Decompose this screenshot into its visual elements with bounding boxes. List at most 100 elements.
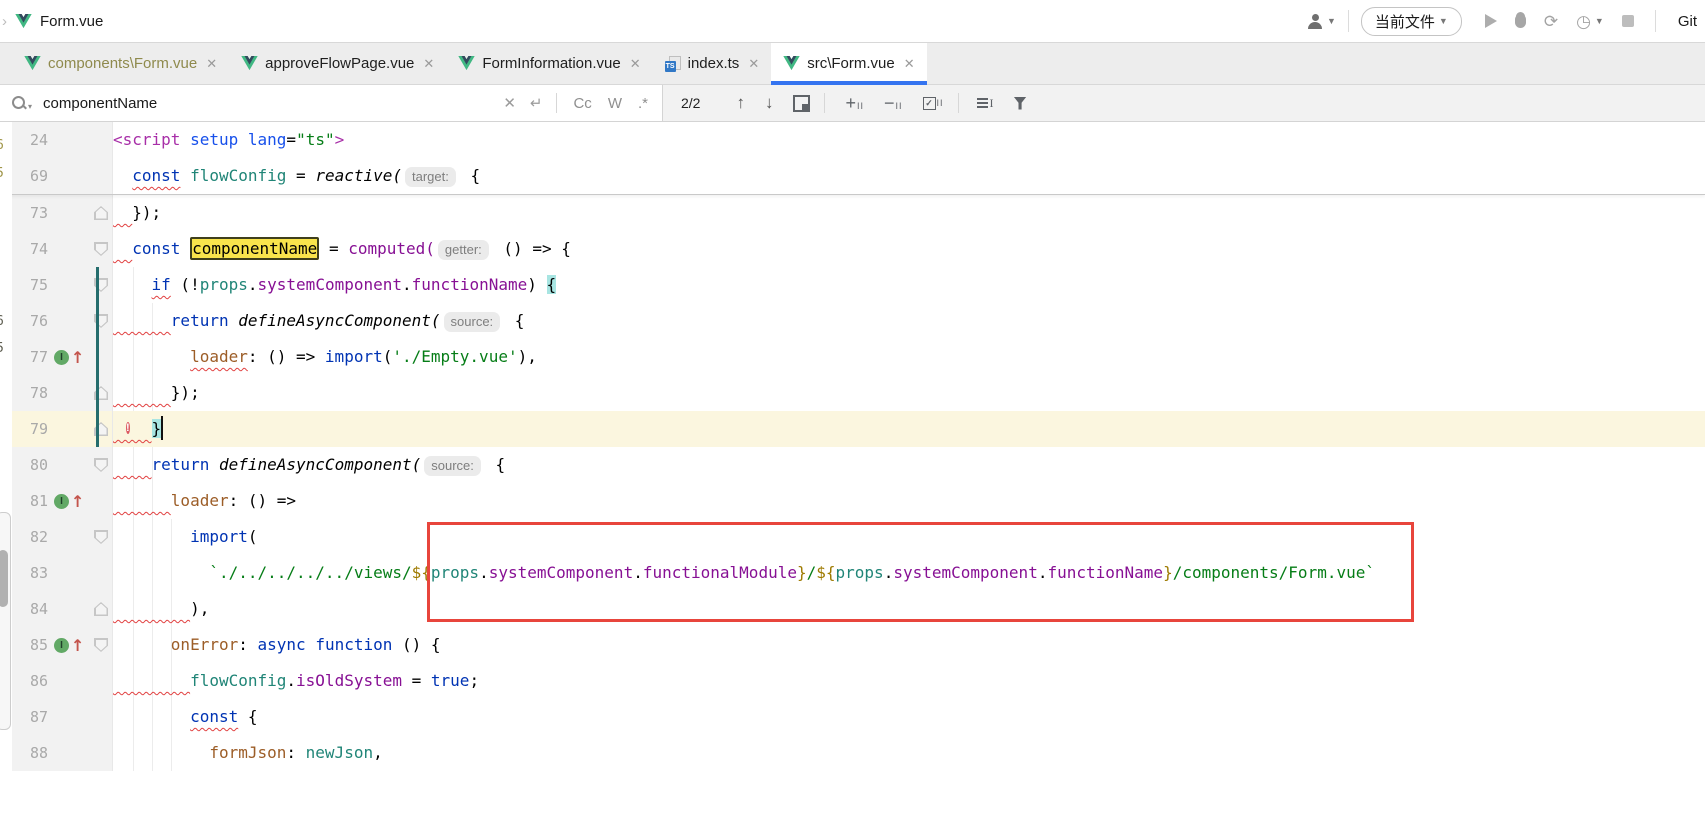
line-number[interactable]: 88 [12, 735, 48, 771]
token [113, 275, 152, 294]
code-text[interactable]: }); [113, 375, 1705, 411]
line-number[interactable]: 76 [12, 303, 48, 339]
search-field[interactable]: ▾ ✕ ↵ Cc W .* [0, 85, 663, 121]
select-all-occurrences-button[interactable]: ✓II [923, 97, 944, 110]
token [113, 383, 171, 402]
token: setup [190, 130, 238, 149]
title-bar: › Form.vue ▼ 当前文件 ▼ ⟳ ◷▼ Git [0, 0, 1705, 43]
divider [1655, 10, 1656, 32]
token: functionName [412, 275, 528, 294]
fold-marker[interactable] [94, 638, 108, 652]
code-text[interactable]: formJson: newJson, [113, 735, 1705, 771]
code-text[interactable]: }); [113, 195, 1705, 231]
tab-src-form-vue[interactable]: src\Form.vue✕ [771, 43, 926, 84]
code-text[interactable]: const { [113, 699, 1705, 735]
tab-close-icon[interactable]: ✕ [904, 56, 915, 72]
open-in-find-window-button[interactable] [793, 95, 810, 112]
line-number[interactable]: 83 [12, 555, 48, 591]
code-text[interactable]: loader: () => [113, 483, 1705, 519]
clock-icon: ◷ [1576, 13, 1591, 30]
code-editor[interactable]: 24 <script setup lang="ts"> 69 const flowC… [0, 122, 1705, 820]
fold-marker[interactable] [94, 206, 108, 220]
token: () => { [494, 239, 571, 258]
gutter: 85 I↑ [12, 627, 113, 663]
tab-index-ts[interactable]: TSindex.ts✕ [653, 43, 772, 84]
debug-button[interactable] [1515, 14, 1526, 28]
fold-marker[interactable] [94, 242, 108, 256]
code-line-75: 75 if (!props.systemComponent.functionNa… [0, 267, 1705, 303]
line-number[interactable]: 73 [12, 195, 48, 231]
code-text[interactable]: onError: async function () { [113, 627, 1705, 663]
line-number[interactable]: 77 [12, 339, 48, 375]
remove-occurrence-button[interactable]: −II [884, 96, 903, 111]
code-text[interactable]: if (!props.systemComponent.functionName)… [113, 267, 1705, 303]
run-icon [1485, 14, 1497, 28]
search-input[interactable] [41, 94, 489, 113]
tab-approveflowpage-vue[interactable]: approveFlowPage.vue✕ [229, 43, 446, 84]
git-changed-lines-marker[interactable] [96, 267, 99, 447]
token [180, 166, 190, 185]
profile-button[interactable]: ⟳ [1544, 13, 1558, 30]
filter-button[interactable] [1014, 97, 1027, 110]
gutter: 84 [12, 591, 113, 627]
code-text[interactable]: return defineAsyncComponent(source: { [113, 303, 1705, 339]
code-text[interactable]: const componentName = computed(getter: (… [113, 231, 1705, 267]
clear-search-icon[interactable]: ✕ [503, 94, 516, 112]
fold-marker[interactable] [94, 530, 108, 544]
line-number[interactable]: 84 [12, 591, 48, 627]
code-text[interactable]: return defineAsyncComponent(source: { [113, 447, 1705, 483]
code-text[interactable]: flowConfig.isOldSystem = true; [113, 663, 1705, 699]
fold-marker[interactable] [94, 458, 108, 472]
clipped-scrollbar-thumb[interactable] [0, 550, 8, 607]
line-number[interactable]: 74 [12, 231, 48, 267]
tab-close-icon[interactable]: ✕ [206, 56, 217, 72]
up-arrow-icon: ↑ [71, 350, 84, 365]
line-number[interactable]: 24 [12, 122, 48, 158]
code-text[interactable]: loader: () => import('./Empty.vue'), [113, 339, 1705, 375]
line-number[interactable]: 81 [12, 483, 48, 519]
search-icon[interactable] [12, 96, 27, 111]
search-history-chevron-icon[interactable]: ▾ [28, 102, 32, 111]
line-number[interactable]: 75 [12, 267, 48, 303]
code-text[interactable]: <script setup lang="ts"> [113, 122, 1705, 158]
tab-close-icon[interactable]: ✕ [748, 56, 759, 72]
regex-toggle[interactable]: .* [638, 95, 648, 112]
line-number[interactable]: 79 [12, 411, 48, 447]
search-options-button[interactable]: I [959, 96, 994, 111]
user-account-button[interactable]: ▼ [1306, 14, 1336, 29]
up-arrow-icon: ↑ [71, 494, 84, 509]
implemented-marker-icon[interactable]: I↑ [54, 350, 84, 365]
line-number[interactable]: 82 [12, 519, 48, 555]
code-text[interactable]: const flowConfig = reactive(target: { [113, 158, 1705, 194]
line-number[interactable]: 85 [12, 627, 48, 663]
run-button[interactable] [1485, 14, 1497, 28]
match-case-toggle[interactable]: Cc [573, 95, 591, 112]
clipped-scrollbar-track[interactable] [0, 512, 11, 730]
line-number[interactable]: 78 [12, 375, 48, 411]
line-number[interactable]: 69 [12, 158, 48, 194]
token: { [461, 166, 480, 185]
tab-close-icon[interactable]: ✕ [423, 56, 434, 72]
line-number[interactable]: 86 [12, 663, 48, 699]
next-occurrence-button[interactable]: ↓ [765, 93, 774, 113]
tab-close-icon[interactable]: ✕ [630, 56, 641, 72]
tab-forminformation-vue[interactable]: FormInformation.vue✕ [446, 43, 652, 84]
fold-marker[interactable] [94, 602, 108, 616]
implemented-marker-icon[interactable]: I↑ [54, 638, 84, 653]
previous-occurrence-button[interactable]: ↑ [736, 93, 745, 113]
tab-components-form-vue[interactable]: components\Form.vue✕ [12, 43, 229, 84]
git-branch-widget[interactable]: Git [1678, 13, 1697, 30]
line-number[interactable]: 87 [12, 699, 48, 735]
token: import [190, 527, 248, 546]
code-line-88: 88 formJson: newJson, [0, 735, 1705, 771]
whole-words-toggle[interactable]: W [608, 95, 622, 112]
stop-button[interactable] [1622, 15, 1634, 27]
line-number[interactable]: 80 [12, 447, 48, 483]
implemented-marker-icon[interactable]: I↑ [54, 494, 84, 509]
error-bulb-icon[interactable]: ! [126, 418, 141, 436]
add-occurrence-button[interactable]: +II [845, 96, 864, 111]
run-configuration-selector[interactable]: 当前文件 ▼ [1361, 7, 1462, 36]
code-text[interactable]: } [113, 411, 1705, 447]
run-with-coverage-button[interactable]: ◷▼ [1576, 13, 1604, 30]
new-line-icon[interactable]: ↵ [530, 94, 543, 112]
